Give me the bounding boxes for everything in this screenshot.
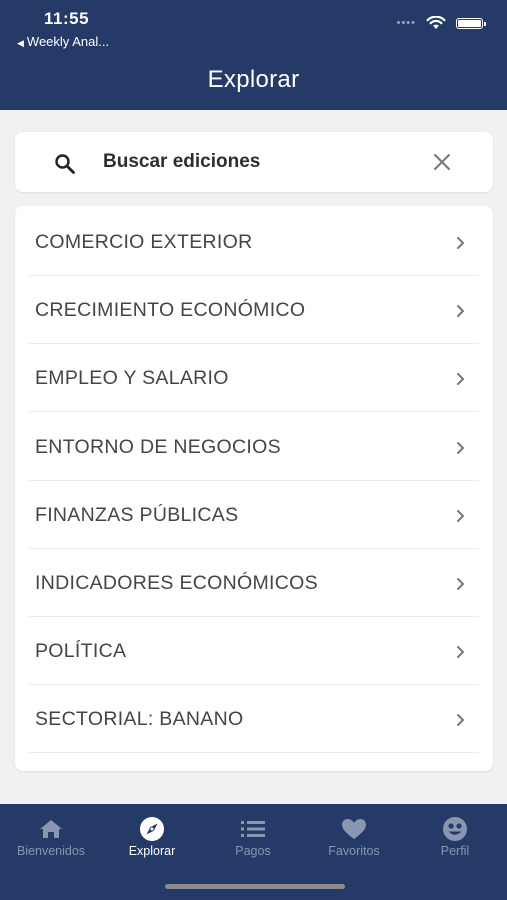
chevron-right-icon [457, 442, 464, 454]
category-item-empleo-y-salario[interactable]: EMPLEO Y SALARIO [29, 344, 479, 412]
heart-icon [342, 819, 366, 839]
tab-perfil[interactable]: Perfil [405, 816, 505, 858]
clear-search-icon[interactable] [433, 153, 451, 171]
home-icon [40, 820, 62, 838]
status-time: 11:55 [44, 9, 90, 28]
category-item-sectorial-banano[interactable]: SECTORIAL: BANANO [29, 685, 479, 753]
tab-explorar[interactable]: Explorar [102, 816, 202, 858]
category-list: COMERCIO EXTERIOR CRECIMIENTO ECONÓMICO … [15, 206, 493, 771]
tab-pagos[interactable]: Pagos [203, 816, 303, 858]
page-title: Explorar [207, 66, 300, 93]
category-label: POLÍTICA [35, 640, 127, 662]
tab-favoritos[interactable]: Favoritos [304, 816, 404, 858]
list-icon [241, 821, 265, 837]
search-bar[interactable]: Buscar ediciones [15, 132, 493, 192]
header: 11:55 ◀ Weekly Anal... •••• Explorar [0, 0, 507, 110]
compass-icon [140, 817, 164, 841]
category-label: EMPLEO Y SALARIO [35, 367, 229, 389]
category-label: COMERCIO EXTERIOR [35, 231, 253, 253]
category-item-indicadores-economicos[interactable]: INDICADORES ECONÓMICOS [29, 549, 479, 617]
tab-label: Favoritos [328, 844, 380, 858]
tab-label: Explorar [128, 844, 176, 858]
home-indicator [165, 884, 345, 889]
chevron-right-icon [457, 646, 464, 658]
search-input[interactable]: Buscar ediciones [103, 151, 260, 173]
chevron-right-icon [457, 510, 464, 522]
tab-label: Pagos [235, 844, 271, 858]
category-label: INDICADORES ECONÓMICOS [35, 572, 318, 594]
tab-bar: Bienvenidos Explorar Pagos Favoritos Per… [0, 804, 507, 900]
category-label: SECTORIAL: BANANO [35, 708, 244, 730]
status-indicators: •••• [396, 16, 486, 30]
search-icon [55, 154, 75, 174]
category-label: FINANZAS PÚBLICAS [35, 504, 239, 526]
chevron-right-icon [457, 373, 464, 385]
profile-icon [443, 817, 467, 841]
category-item-finanzas-publicas[interactable]: FINANZAS PÚBLICAS [29, 481, 479, 549]
chevron-right-icon [457, 237, 464, 249]
back-to-app-link[interactable]: ◀ Weekly Anal... [17, 34, 109, 49]
tab-label: Perfil [440, 844, 470, 858]
category-item-comercio-exterior[interactable]: COMERCIO EXTERIOR [29, 208, 479, 276]
chevron-right-icon [457, 578, 464, 590]
wifi-icon [426, 16, 446, 29]
battery-icon [456, 17, 486, 29]
signal-icon: •••• [396, 17, 416, 29]
tab-label: Bienvenidos [16, 844, 86, 858]
tab-bienvenidos[interactable]: Bienvenidos [1, 816, 101, 858]
category-item-crecimiento-economico[interactable]: CRECIMIENTO ECONÓMICO [29, 276, 479, 344]
chevron-right-icon [457, 714, 464, 726]
back-app-label: Weekly Anal... [26, 34, 110, 49]
category-label: ENTORNO DE NEGOCIOS [35, 436, 281, 458]
category-item-entorno-de-negocios[interactable]: ENTORNO DE NEGOCIOS [29, 413, 479, 481]
category-label: CRECIMIENTO ECONÓMICO [35, 299, 306, 321]
back-arrow-icon: ◀ [17, 38, 24, 48]
chevron-right-icon [457, 305, 464, 317]
category-item-politica[interactable]: POLÍTICA [29, 617, 479, 685]
